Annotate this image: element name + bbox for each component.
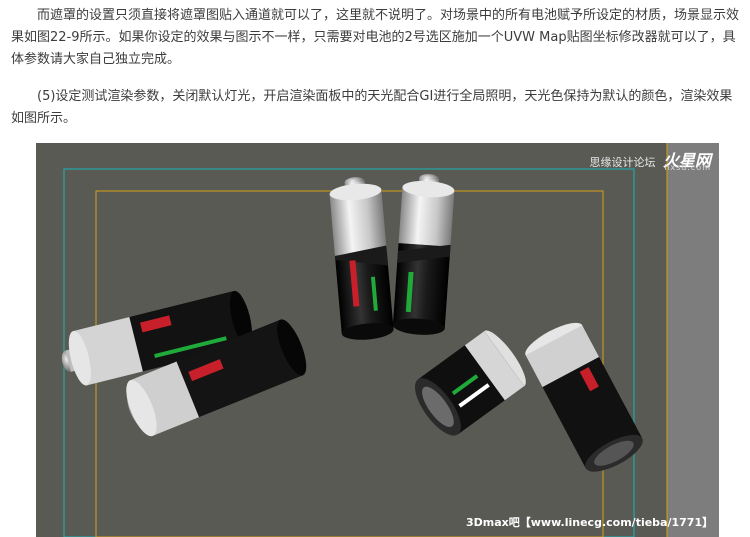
watermark-url: hxsd.com [664, 163, 711, 172]
render-scene [36, 143, 719, 537]
paragraph-2: (5)设定测试渲染参数，关闭默认灯光，开启渲染面板中的天光配合GI进行全局照明，… [11, 89, 733, 126]
watermark-bottom: 3Dmax吧【www.linecg.com/tieba/1771】 [466, 516, 714, 529]
paragraph-1: 而遮罩的设置只须直接将遮罩图贴入通道就可以了，这里就不说明了。对场景中的所有电池… [11, 8, 740, 67]
render-image: 思缘设计论坛 火星网 hxsd.com 3Dmax吧【www.linecg.co… [36, 143, 719, 537]
watermark-cn: 思缘设计论坛 [589, 156, 656, 169]
watermark-top: 思缘设计论坛 火星网 hxsd.com [589, 147, 711, 172]
viewport-side-band [667, 143, 719, 537]
